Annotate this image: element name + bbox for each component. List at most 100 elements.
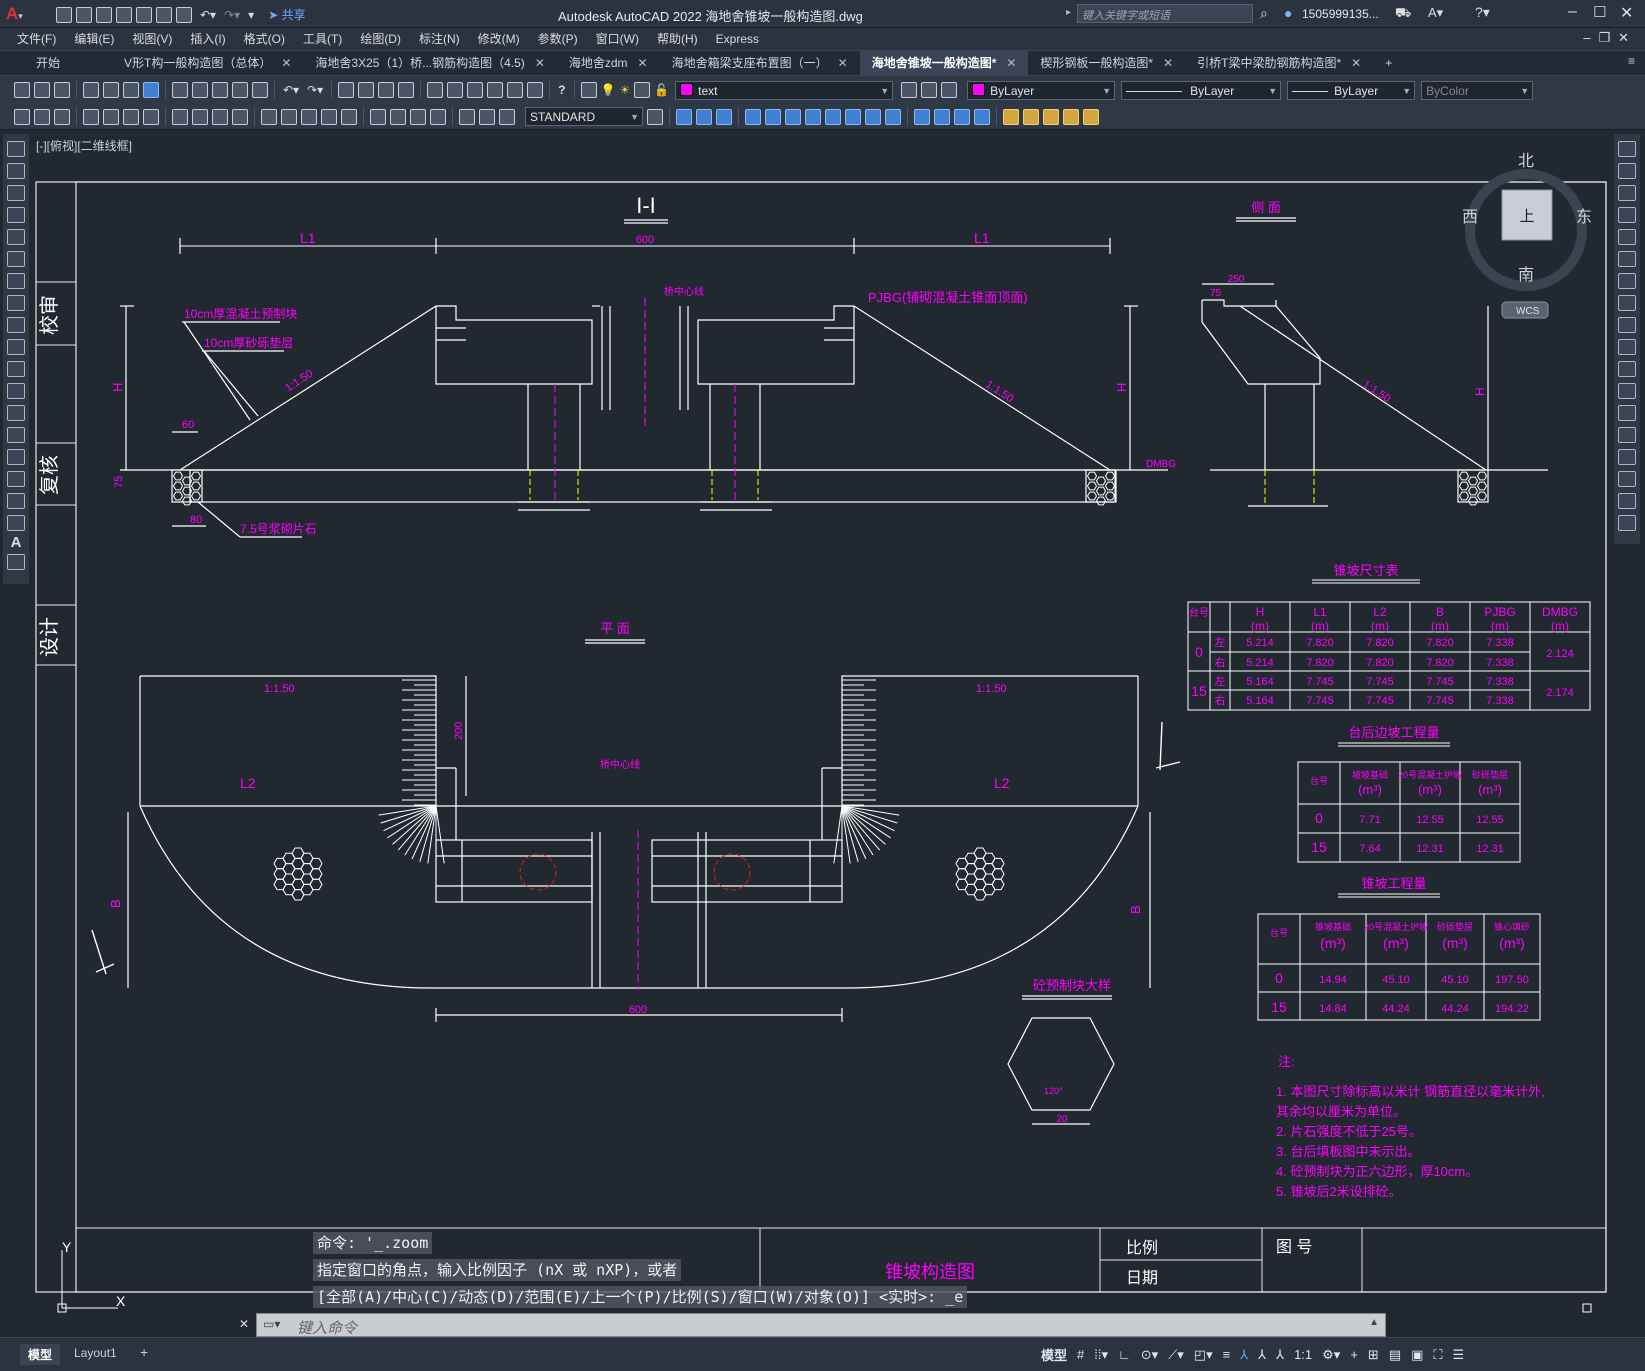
- table2-header: 砂砾垫层: [1472, 769, 1508, 780]
- table3-title: 锥坡工程量: [1361, 876, 1426, 891]
- table3-cell: 14.94: [1319, 974, 1347, 986]
- table3-header: (m³): [1442, 935, 1468, 951]
- customization-icon[interactable]: ☰: [1453, 1347, 1465, 1363]
- grid-icon[interactable]: #: [1077, 1347, 1084, 1362]
- note-stone: 7.5号浆砌片石: [240, 521, 317, 536]
- slope-label-left: 1:1.50: [283, 368, 315, 395]
- table3-header: (m³): [1499, 935, 1525, 951]
- clean-screen-icon[interactable]: ⛶: [1433, 1347, 1442, 1363]
- bridge-center-label-plan: 桥中心线: [600, 758, 640, 771]
- table1-cell: 5.164: [1246, 695, 1274, 707]
- annotation-monitor-icon[interactable]: +: [1350, 1347, 1358, 1362]
- table2-header: (m³): [1478, 782, 1502, 797]
- table1-header: B: [1436, 605, 1444, 619]
- table1-header: L1: [1313, 605, 1327, 619]
- table2-header: (m³): [1358, 782, 1382, 797]
- workspace-gear-icon[interactable]: ⚙▾: [1322, 1347, 1340, 1363]
- annotation-scale-value[interactable]: 1:1: [1294, 1347, 1312, 1362]
- quick-properties-icon[interactable]: ▤: [1389, 1347, 1401, 1363]
- model-space-button[interactable]: 模型: [1041, 1345, 1067, 1364]
- osnap-icon[interactable]: ◰▾: [1194, 1347, 1213, 1363]
- command-history-line-1: 命令: '_.zoom: [313, 1232, 433, 1254]
- annotation-visibility-icon[interactable]: ⅄: [1240, 1347, 1248, 1363]
- table2-cell: 12.55: [1416, 814, 1444, 826]
- drawing-no-label: 图 号: [1276, 1238, 1312, 1256]
- table3-header: (m³): [1383, 935, 1409, 951]
- pile-circle-left: [519, 853, 557, 891]
- viewcube[interactable]: 上 北 南 西 东 WCS: [1462, 152, 1592, 319]
- command-input-bar[interactable]: ✕ ▭▾ 键入命令 ▲: [239, 1313, 1386, 1337]
- note-line-1: 1. 本图尺寸除标高以米计 钢筋直径以毫米计外,: [1276, 1084, 1545, 1099]
- table1-cell: 2.174: [1546, 687, 1574, 699]
- graphics-icon[interactable]: ▣: [1411, 1347, 1423, 1363]
- polar-icon[interactable]: ⊙▾: [1141, 1347, 1158, 1363]
- slope-label-side: 1:1.50: [1360, 378, 1392, 405]
- ucs-y-label: Y: [62, 1239, 72, 1255]
- table1-cell: 7.820: [1426, 657, 1454, 669]
- dim-20-detail: 20: [1056, 1114, 1068, 1125]
- note-line-3: 2. 片石强度不低于25号。: [1276, 1124, 1422, 1139]
- dim-60: 60: [182, 419, 194, 431]
- pile-circle-right: [713, 853, 751, 891]
- layout-tab-model[interactable]: 模型: [20, 1344, 61, 1365]
- note-gravel-layer: 10cm厚砂砾垫层: [204, 335, 293, 350]
- table3-cell: 14.84: [1319, 1003, 1347, 1015]
- dim-600-top: 600: [636, 234, 654, 246]
- table1-cell: 7.745: [1366, 695, 1394, 707]
- table3-cell: 197.50: [1495, 974, 1529, 986]
- dim-b-right: B: [1128, 905, 1143, 914]
- command-expand-icon[interactable]: ▲: [1369, 1317, 1379, 1328]
- table1-header: (m): [1491, 619, 1509, 633]
- table1-cell: 7.745: [1366, 676, 1394, 688]
- plan-view: 平 面 600 200 1:1.50 1:1.50 L2 L2 B B 桥中心线: [108, 621, 1151, 1022]
- table1-cell: 7.745: [1426, 695, 1454, 707]
- snap-icon[interactable]: ⁞⁞▾: [1094, 1347, 1108, 1363]
- lineweight-icon[interactable]: ≡: [1223, 1347, 1231, 1362]
- table1-cell: 7.745: [1426, 676, 1454, 688]
- layout-tab-layout1[interactable]: Layout1: [74, 1346, 117, 1360]
- viewcube-south: 南: [1518, 266, 1534, 284]
- dim-h-left: H: [110, 383, 125, 392]
- drawing-canvas[interactable]: 校审 复核 设计 锥坡构造图 比例 日期 图 号 Y X I-I L1 600 …: [0, 0, 1645, 1371]
- units-icon[interactable]: ⊞: [1368, 1347, 1379, 1363]
- table1-cell: 5.214: [1246, 657, 1274, 669]
- viewcube-top: 上: [1519, 208, 1534, 225]
- table1-header: (m): [1311, 619, 1329, 633]
- table1-cell: 7.820: [1426, 637, 1454, 649]
- table3-cell: 44.24: [1382, 1003, 1410, 1015]
- ortho-icon[interactable]: ∟: [1118, 1347, 1131, 1362]
- isodraft-icon[interactable]: ⟋▾: [1168, 1347, 1184, 1363]
- table1-cell: 7.820: [1306, 637, 1334, 649]
- note-dmbg: DMBG: [1146, 459, 1176, 470]
- table1-header: (m): [1371, 619, 1389, 633]
- note-line-5: 4. 砼预制块为正六边形，厚10cm。: [1276, 1164, 1478, 1179]
- dim-250: 250: [1228, 274, 1245, 285]
- table1-header: L2: [1373, 605, 1387, 619]
- plan-fan-lines: [378, 805, 900, 864]
- general-notes: 注: 1. 本图尺寸除标高以米计 钢筋直径以毫米计外, 其余均以厘米为单位。 2…: [1276, 1054, 1545, 1199]
- table3-cells: 台号 锥坡基础 (m³) 20号混凝土护坡 (m³) 砂砾垫层 (m³) 锥心填砂 (m³) 0 1…: [1270, 921, 1530, 1015]
- dim-l1-right: L1: [974, 230, 990, 246]
- scale-label: 比例: [1126, 1239, 1158, 1257]
- table3-cell: 15: [1271, 999, 1287, 1015]
- date-label: 日期: [1126, 1269, 1158, 1287]
- add-layout-button[interactable]: +: [140, 1344, 148, 1360]
- table1-cell: 2.124: [1546, 648, 1574, 660]
- annotation-scale-icon[interactable]: ⅄: [1276, 1347, 1284, 1363]
- command-prompt-icon[interactable]: ▭▾: [263, 1317, 280, 1331]
- auto-scale-icon[interactable]: ⅄: [1258, 1347, 1266, 1363]
- notes-header: 注:: [1278, 1054, 1295, 1069]
- command-placeholder: 键入命令: [297, 1320, 358, 1337]
- viewcube-east: 东: [1576, 208, 1592, 226]
- close-command-icon[interactable]: ✕: [239, 1317, 249, 1331]
- dim-75-side: 75: [1210, 288, 1222, 299]
- table2-header: 台号: [1310, 775, 1328, 786]
- note-pjbg: PJBG(铺砌混凝土锥面顶面): [868, 290, 1028, 305]
- plan-step-hatch: [402, 679, 876, 806]
- command-history-line-3: [全部(A)/中心(C)/动态(D)/范围(E)/上一个(P)/比例(S)/窗口…: [313, 1286, 968, 1308]
- dim-l1-left: L1: [300, 230, 316, 246]
- side-view: 侧 面 250 75 H 1:1.50: [1201, 200, 1548, 507]
- table1-header: H: [1256, 605, 1265, 619]
- bridge-center-label-section: 桥中心线: [664, 285, 704, 298]
- detail-title: 砼预制块大样: [1033, 978, 1111, 993]
